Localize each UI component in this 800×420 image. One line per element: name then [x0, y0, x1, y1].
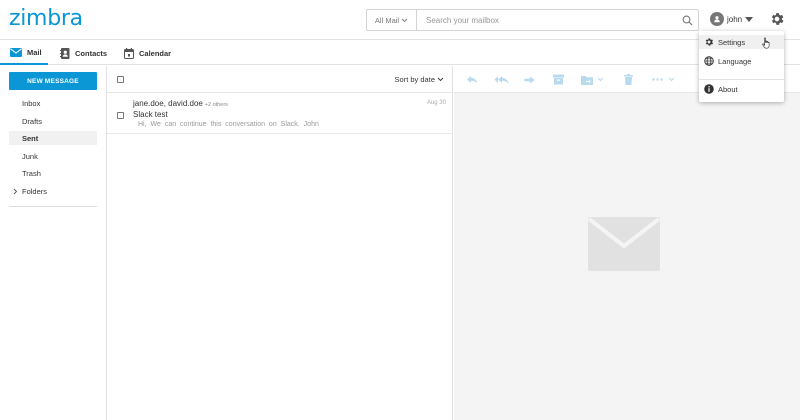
zimbra-logo[interactable]: zimbra	[9, 6, 83, 31]
menu-item-language[interactable]: Language	[699, 54, 784, 68]
message-snippet: Hi, We can continue this conversation on…	[138, 121, 319, 128]
menu-item-label: Settings	[718, 37, 746, 47]
tab-label: Contacts	[75, 48, 108, 58]
folder-sidebar: NEW MESSAGE Inbox Drafts Sent Junk Trash…	[0, 66, 106, 420]
user-name: john	[727, 14, 743, 24]
globe-icon	[704, 56, 714, 66]
app-nav: Mail Contacts Calendar	[0, 41, 800, 65]
forward-button[interactable]	[524, 73, 535, 86]
info-icon	[704, 84, 714, 94]
more-actions-button[interactable]	[652, 73, 675, 86]
tab-contacts[interactable]: Contacts	[60, 41, 107, 65]
search-scope-label: All Mail	[374, 15, 400, 25]
search-button[interactable]	[676, 10, 698, 30]
forward-icon	[524, 76, 535, 83]
sidebar-item-inbox[interactable]: Inbox	[9, 96, 97, 110]
tab-mail[interactable]: Mail	[0, 41, 48, 65]
chevron-down-icon	[437, 77, 444, 82]
sidebar-item-junk[interactable]: Junk	[9, 149, 97, 163]
menu-item-label: Language	[718, 56, 752, 66]
new-message-button[interactable]: NEW MESSAGE	[9, 72, 97, 90]
contacts-icon	[60, 47, 70, 59]
delete-button[interactable]	[624, 73, 633, 86]
divider	[699, 79, 784, 80]
list-item[interactable]: jane.doe, david.doe +2 others Slack test …	[107, 94, 452, 134]
avatar	[710, 12, 724, 26]
settings-button[interactable]	[769, 11, 785, 27]
reading-pane	[454, 66, 800, 420]
other-recipients-count: +2 others	[204, 102, 228, 108]
app-header: zimbra All Mail john	[0, 0, 800, 40]
sidebar-item-sent[interactable]: Sent	[9, 131, 97, 145]
hand-cursor-icon	[762, 37, 771, 49]
message-list: Sort by date jane.doe, david.doe +2 other…	[106, 66, 453, 420]
search-input[interactable]	[417, 10, 676, 30]
message-checkbox[interactable]	[117, 112, 124, 119]
tab-label: Mail	[27, 47, 42, 57]
sort-label: Sort by date	[394, 75, 435, 84]
person-icon	[714, 16, 720, 23]
empty-envelope-icon	[588, 217, 660, 271]
sender-names: jane.doe, david.doe	[133, 99, 203, 108]
folder-move-icon	[581, 75, 593, 85]
search-scope-dropdown[interactable]: All Mail	[367, 10, 417, 30]
tab-label: Calendar	[139, 48, 172, 58]
mail-icon	[10, 47, 22, 57]
calendar-icon	[124, 47, 134, 59]
message-senders: jane.doe, david.doe +2 others	[133, 99, 228, 108]
gear-icon	[771, 13, 784, 25]
sort-dropdown[interactable]: Sort by date	[395, 75, 444, 84]
tab-calendar[interactable]: Calendar	[124, 41, 171, 65]
archive-button[interactable]	[553, 73, 564, 86]
sidebar-item-folders[interactable]: Folders	[9, 184, 97, 198]
reply-button[interactable]	[466, 73, 478, 86]
chevron-down-icon	[597, 77, 604, 82]
caret-down-icon	[745, 16, 754, 22]
message-date: Aug 30	[426, 100, 446, 106]
chevron-right-icon	[13, 188, 18, 194]
sidebar-item-label: Folders	[22, 186, 48, 196]
chevron-down-icon	[668, 77, 675, 82]
reply-all-button[interactable]	[494, 73, 509, 86]
menu-item-about[interactable]: About	[699, 82, 784, 96]
reply-all-icon	[494, 75, 509, 84]
divider	[9, 206, 97, 207]
more-icon	[652, 78, 663, 81]
gear-icon	[705, 38, 714, 46]
archive-icon	[553, 74, 564, 85]
search-icon	[682, 15, 692, 25]
move-button[interactable]	[581, 73, 604, 86]
message-subject: Slack test	[133, 110, 168, 119]
user-menu-button[interactable]: john	[710, 10, 754, 28]
menu-item-label: About	[718, 84, 738, 94]
settings-dropdown-menu: Settings Language About	[699, 31, 784, 102]
sidebar-item-drafts[interactable]: Drafts	[9, 114, 97, 128]
select-all-checkbox[interactable]	[117, 76, 124, 83]
chevron-down-icon	[401, 18, 408, 22]
message-list-header: Sort by date	[107, 66, 452, 93]
sidebar-item-trash[interactable]: Trash	[9, 166, 97, 180]
menu-item-settings[interactable]: Settings	[699, 35, 784, 49]
trash-icon	[624, 74, 633, 85]
reply-icon	[467, 75, 478, 84]
search-bar: All Mail	[366, 9, 699, 31]
